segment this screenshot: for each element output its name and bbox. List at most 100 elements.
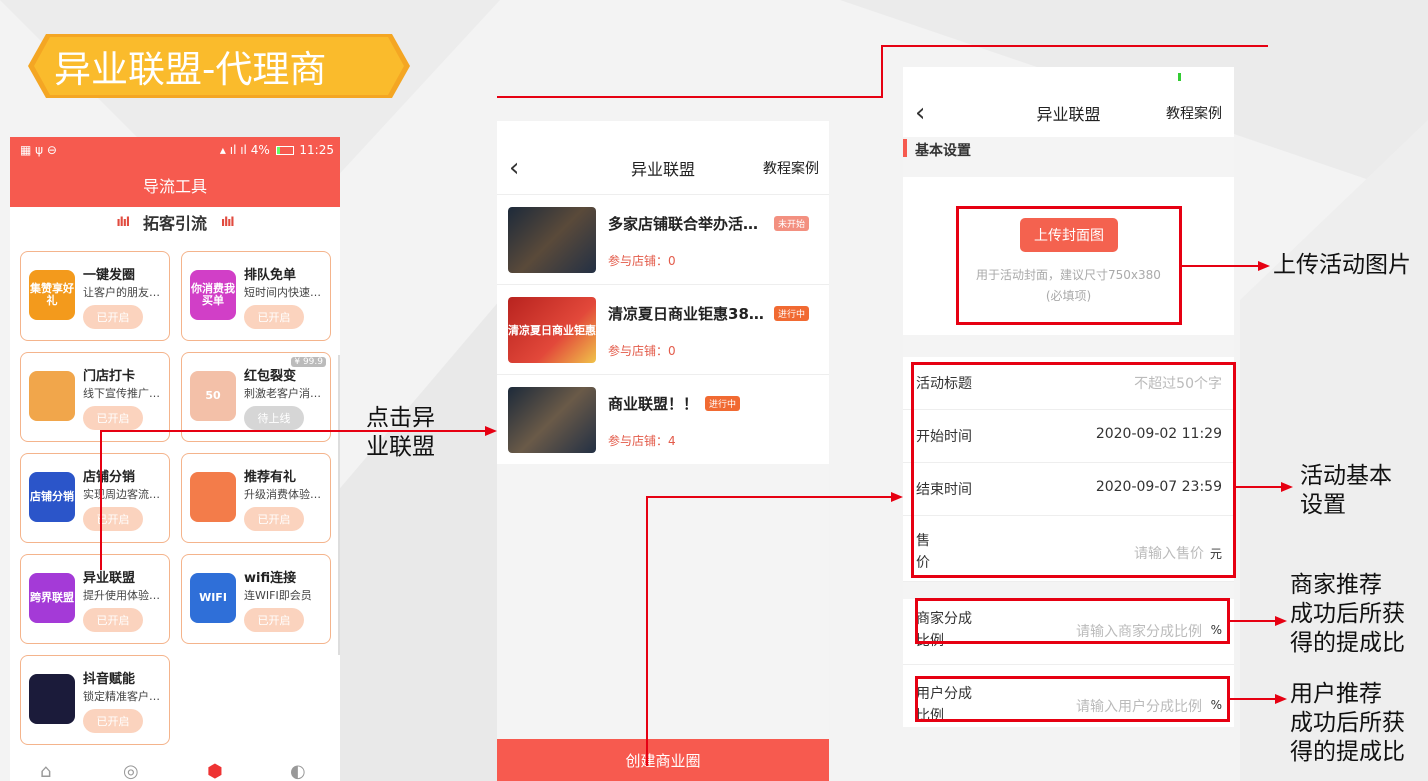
empty-area [497,464,829,739]
tool-status-button[interactable]: 已开启 [244,305,304,329]
tool-desc: 短时间内快速… [244,286,321,299]
status-bar: ▦ ψ ⊖ ▴ ıl ıl 4% 11:25 [10,137,340,162]
status-left-icons: ▦ ψ ⊖ [20,142,57,157]
price-tag: ¥ 99.9 [291,357,326,367]
note-line: 成功后所获 [1290,710,1405,736]
alliance-header: ‹ 异业联盟 教程案例 [497,143,829,193]
note-line: 活动基本 [1300,463,1392,489]
tool-status-button[interactable]: 已开启 [244,507,304,531]
tool-tile[interactable]: 推荐有礼 升级消费体验… 已开启 [181,453,331,543]
tool-status-button[interactable]: 已开启 [83,406,143,430]
tutorial-link[interactable]: 教程案例 [763,158,819,178]
tool-icon: 跨界联盟 [29,573,75,623]
tool-icon: 集赞享好礼 [29,270,75,320]
alliance-thumbnail: 清凉夏日商业钜惠 [508,297,596,363]
tool-desc: 连WIFI即会员 [244,589,312,602]
alliance-thumbnail [508,207,596,273]
tutorial-link[interactable]: 教程案例 [1166,103,1222,123]
note-line: 用户推荐 [1290,681,1382,707]
highlight-merchant-share [915,598,1230,644]
section-title: 基本设置 [915,143,971,159]
connector-line [497,96,883,98]
connector-line [646,496,648,766]
tool-desc: 刺激老客户消… [244,387,321,400]
status-badge: 进行中 [774,306,810,321]
create-circle-label: 创建商业圈 [625,751,701,770]
note-line: 上传活动图片 [1273,252,1411,278]
tool-status-button[interactable]: 已开启 [83,709,143,733]
alliance-list-item[interactable]: 清凉夏日商业钜惠 清凉夏日商业钜惠38… 进行中参与店铺：0 [497,284,829,374]
alliance-list-item[interactable]: 多家店铺联合举办活… 未开始 参与店铺：0 [497,194,829,284]
connector-line [1182,265,1260,267]
alliance-shops: 参与店铺：0 [608,254,676,268]
note-merchant-share: 商家推荐 成功后所获 得的提成比 [1290,571,1405,658]
tools-header: 导流工具 [10,162,340,207]
arrow-icon [1275,694,1287,704]
alliance-shops: 参与店铺：0 [608,344,676,358]
note-click-alliance: 点击异 业联盟 [366,404,435,462]
note-upload: 上传活动图片 [1273,251,1411,280]
connector-line [881,45,1268,47]
alliance-title: 多家店铺联合举办活… [608,215,759,233]
connector-line [1236,486,1282,488]
status-time: 11:25 [299,142,334,157]
tool-icon: 店铺分销 [29,472,75,522]
battery-percent: 4% [250,142,270,157]
connector-line [1230,698,1276,700]
profile-icon[interactable]: ◐ [290,761,306,781]
tool-name: 排队免单 [244,268,297,283]
note-line: 成功后所获 [1290,601,1405,627]
tool-tile[interactable]: 店铺分销 店铺分销 实现周边客流… 已开启 [20,453,170,543]
battery-icon [275,145,294,155]
status-indicator [1178,73,1181,81]
tool-icon: 50 [190,371,236,421]
tool-status-button[interactable]: 已开启 [83,608,143,632]
settings-header: ‹ 异业联盟 教程案例 [903,89,1234,137]
tool-name: 异业联盟 [83,571,136,586]
tools-subheader: ılıl 拓客引流 ılıl [10,207,340,237]
tool-desc: 让客户的朋友… [83,286,160,299]
arrow-icon [1258,261,1270,271]
tool-desc: 提升使用体验… [83,589,160,602]
tool-tile[interactable]: WIFI wifi连接 连WIFI即会员 已开启 [181,554,331,644]
arrow-icon [1281,482,1293,492]
tool-tile[interactable]: 50 红包裂变 刺激老客户消… 待上线 ¥ 99.9 [181,352,331,442]
note-basic-settings: 活动基本 设置 [1300,462,1392,520]
tool-tile[interactable]: 抖音赋能 锁定精准客户… 已开启 [20,655,170,745]
decor-bars-icon: ılıl [221,215,234,229]
divider [903,582,1234,599]
tool-icon [29,674,75,724]
home-icon[interactable]: ⌂ [40,761,51,781]
tool-icon [29,371,75,421]
tool-desc: 线下宣传推广… [83,387,160,400]
section-basic-settings: 基本设置 [903,137,1234,177]
tool-status-button[interactable]: 已开启 [83,507,143,531]
tool-name: 门店打卡 [83,369,136,384]
tool-name: 一键发圈 [83,268,136,283]
phone-tools-screen: ▦ ψ ⊖ ▴ ıl ıl 4% 11:25 导流工具 ılıl 拓客引流 ıl… [10,137,340,781]
tools-header-title: 导流工具 [142,176,207,196]
tool-icon: 你消费我买单 [190,270,236,320]
create-circle-button[interactable]: 创建商业圈 [497,739,829,781]
tool-tile[interactable]: 你消费我买单 排队免单短时间内快速… 已开启 [181,251,331,341]
connector-line [1230,620,1276,622]
tool-status-button[interactable]: 已开启 [83,305,143,329]
note-user-share: 用户推荐 成功后所获 得的提成比 [1290,680,1405,767]
tools-tab-icon[interactable]: ⬢ [207,761,223,781]
tool-status-button[interactable]: 待上线 [244,406,304,430]
tool-icon [190,472,236,522]
tool-icon: WIFI [190,573,236,623]
tool-status-button[interactable]: 已开启 [244,608,304,632]
alliance-list-item[interactable]: 商业联盟！！ 进行中 参与店铺：4 [497,374,829,464]
note-line: 得的提成比 [1290,739,1405,765]
divider [903,335,1234,357]
scrollbar[interactable] [338,355,340,655]
tool-tile[interactable]: 集赞享好礼 一键发圈让客户的朋友… 已开启 [20,251,170,341]
alliance-title: 清凉夏日商业钜惠38… [608,305,763,323]
tool-tile[interactable]: 门店打卡线下宣传推广… 已开启 [20,352,170,442]
tool-name: 店铺分销 [83,470,136,485]
highlight-basic-settings [911,362,1236,578]
tool-tile[interactable]: 跨界联盟 异业联盟提升使用体验… 已开启 [20,554,170,644]
decor-bars-icon: ılıl [116,215,130,229]
search-icon[interactable]: ◎ [123,761,139,781]
